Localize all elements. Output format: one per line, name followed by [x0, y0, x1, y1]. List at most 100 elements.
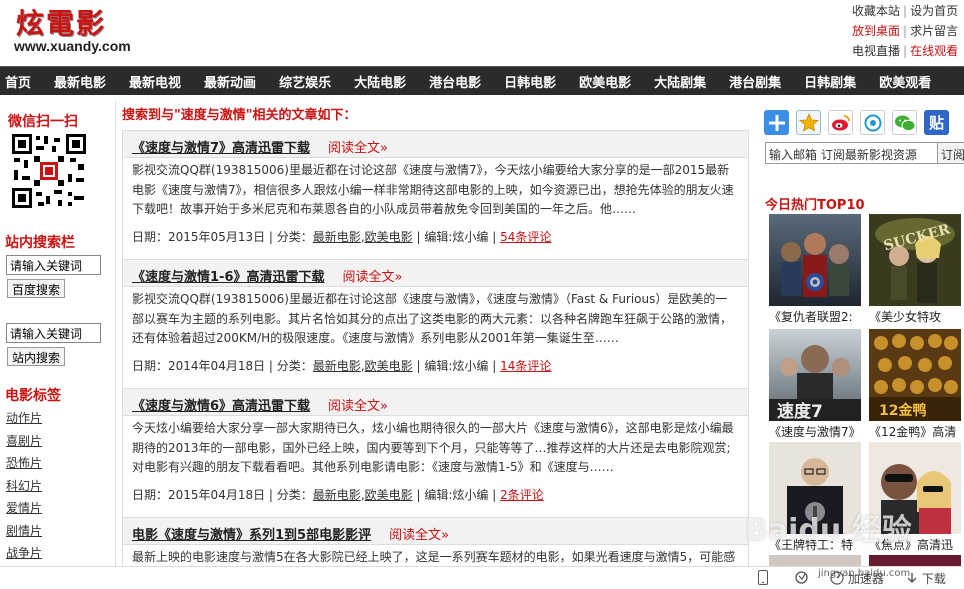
- category-link[interactable]: 欧美电影: [365, 359, 413, 373]
- poster-caption[interactable]: 《速度与激情7》: [769, 423, 861, 440]
- article-card: 《速度与激情7》高清迅雷下载 阅读全文» 影视交流QQ群(193815006)里最近…: [122, 130, 749, 270]
- tencent-weibo-share-icon[interactable]: [860, 110, 885, 135]
- star-share-icon[interactable]: [796, 110, 821, 135]
- set-home-link[interactable]: 设为首页: [910, 4, 958, 18]
- article-title-link[interactable]: 《速度与激情6》高清迅雷下载: [132, 399, 310, 414]
- category-label: 分类：: [276, 487, 313, 502]
- site-logo[interactable]: 炫電影 www.xuandy.com: [14, 2, 144, 62]
- svg-text:12金鸭: 12金鸭: [879, 402, 926, 419]
- category-link[interactable]: 欧美电影: [365, 488, 413, 502]
- online-watch-link[interactable]: 在线观看: [910, 44, 958, 58]
- baidu-search-button[interactable]: 百度搜索: [7, 279, 66, 298]
- article-excerpt: 影视交流QQ群(193815006)里最近都在讨论这部《速度与激情》，《速度与激…: [132, 292, 733, 345]
- category-link[interactable]: 最新电影: [313, 359, 361, 373]
- editor-label: 编辑:: [424, 229, 453, 244]
- baidu-search-input[interactable]: [6, 255, 101, 275]
- download-button[interactable]: 下载: [906, 570, 946, 587]
- movie-tag-link[interactable]: 战争片: [6, 542, 42, 565]
- top-links: 收藏本站 | 设为首页 放到桌面 | 求片留言 电视直播 | 在线观看: [852, 4, 959, 58]
- poster-12-golden-ducks[interactable]: 12金鸭: [869, 329, 961, 421]
- tv-live-link[interactable]: 电视直播: [852, 44, 900, 58]
- site-search-button[interactable]: 站内搜索: [7, 347, 66, 366]
- nav-item[interactable]: 综艺娱乐: [279, 72, 331, 91]
- article-meta: 日期：2015年05月13日 | 分类：最新电影,欧美电影 | 编辑:炫小编 |…: [132, 229, 552, 244]
- hot-top10-title: 今日热门TOP10: [765, 198, 865, 213]
- nav-item[interactable]: 最新电影: [54, 72, 106, 91]
- nav-item[interactable]: 欧美观看: [879, 72, 931, 91]
- poster-caption[interactable]: 《美少女特攻: [869, 308, 941, 325]
- movie-tag-link[interactable]: 恐怖片: [6, 452, 42, 475]
- article-card: 《速度与激情6》高清迅雷下载 阅读全文» 今天炫小编要给大家分享一部大家期待已久，炫…: [122, 388, 749, 528]
- request-link[interactable]: 求片留言: [910, 24, 958, 38]
- nav-item[interactable]: 欧美电影: [579, 72, 631, 91]
- results-heading: 搜索到与"速度与激情"相关的文章如下：: [122, 108, 357, 123]
- svg-text:速度7: 速度7: [777, 401, 823, 421]
- subscribe-button[interactable]: 订阅: [938, 143, 964, 163]
- movie-tag-link[interactable]: 喜剧片: [6, 430, 42, 453]
- site-search-title: 站内搜索栏: [5, 235, 75, 251]
- refresh-icon[interactable]: [794, 570, 809, 588]
- nav-item[interactable]: 首页: [5, 72, 31, 91]
- wechat-qr-code: [12, 134, 86, 208]
- category-link[interactable]: 最新电影: [313, 230, 361, 244]
- site-header: 炫電影 www.xuandy.com 收藏本站 | 设为首页 放到桌面 | 求片留言 电…: [0, 0, 964, 66]
- article-card: 电影《速度与激情》系列1到5部电影影评 阅读全文» 最新上映的电影速度与激情5在各大…: [122, 517, 749, 570]
- read-more-link[interactable]: 阅读全文»: [389, 528, 449, 543]
- logo-url: www.xuandy.com: [14, 38, 131, 54]
- movie-tag-link[interactable]: 科幻片: [6, 475, 42, 498]
- poster-caption[interactable]: 《复仇者联盟2:: [769, 308, 853, 325]
- nav-item[interactable]: 日韩剧集: [804, 72, 856, 91]
- poster-focus[interactable]: [869, 442, 961, 534]
- category-link[interactable]: 欧美电影: [365, 230, 413, 244]
- read-more-link[interactable]: 阅读全文»: [328, 399, 388, 414]
- plus-share-icon[interactable]: [764, 110, 789, 135]
- category-label: 分类：: [276, 229, 313, 244]
- right-sidebar: 贴 输入邮箱 订阅最新影视资源 订阅 今日热门TOP10 《复仇者联盟2: SU…: [760, 100, 964, 570]
- comments-link[interactable]: 14条评论: [500, 359, 551, 373]
- nav-item[interactable]: 日韩电影: [504, 72, 556, 91]
- movie-tag-link[interactable]: 剧情片: [6, 520, 42, 543]
- comments-link[interactable]: 2条评论: [500, 488, 544, 502]
- logo-text: 炫電影: [16, 7, 107, 40]
- site-search-input[interactable]: [6, 323, 101, 343]
- subscribe-email-input[interactable]: 输入邮箱 订阅最新影视资源: [766, 143, 938, 163]
- article-title-link[interactable]: 电影《速度与激情》系列1到5部电影影评: [132, 528, 371, 543]
- browser-bottom-bar: jingyan.baidu.com 加速器 下载: [0, 566, 964, 589]
- poster-avengers[interactable]: [769, 214, 861, 306]
- editor-label: 编辑:: [424, 358, 453, 373]
- article-title-bar: 电影《速度与激情》系列1到5部电影影评 阅读全文»: [123, 518, 748, 545]
- poster-furious-7[interactable]: 速度7: [769, 329, 861, 421]
- article-title-link[interactable]: 《速度与激情7》高清迅雷下载: [132, 141, 310, 156]
- nav-item[interactable]: 港台剧集: [729, 72, 781, 91]
- poster-kingsman[interactable]: [769, 442, 861, 534]
- article-title-link[interactable]: 《速度与激情1-6》高清迅雷下载: [132, 270, 325, 285]
- poster-sucker-punch[interactable]: SUCKER: [869, 214, 961, 306]
- comments-link[interactable]: 54条评论: [500, 230, 551, 244]
- wechat-share-icon[interactable]: [892, 110, 917, 135]
- article-title-bar: 《速度与激情7》高清迅雷下载 阅读全文»: [123, 131, 748, 158]
- left-sidebar: 微信扫一扫 站内搜索栏 百度搜索 站内搜索 电影标签 动作片喜剧片: [0, 100, 116, 583]
- nav-item[interactable]: 大陆剧集: [654, 72, 706, 91]
- nav-item[interactable]: 最新电视: [129, 72, 181, 91]
- accelerator-button[interactable]: 加速器: [830, 570, 884, 587]
- weibo-share-icon[interactable]: [828, 110, 853, 135]
- bookmark-link[interactable]: 收藏本站: [852, 4, 900, 18]
- nav-item[interactable]: 港台电影: [429, 72, 481, 91]
- share-icons: 贴: [764, 110, 956, 135]
- subscribe-box: 输入邮箱 订阅最新影视资源 订阅: [765, 142, 964, 164]
- date-label: 日期：: [132, 358, 169, 373]
- editor-label: 编辑:: [424, 487, 453, 502]
- mobile-icon[interactable]: [758, 570, 768, 588]
- poster-caption[interactable]: 《12金鸭》高清: [869, 423, 956, 440]
- category-link[interactable]: 最新电影: [313, 488, 361, 502]
- poster-caption[interactable]: 《王牌特工：特: [769, 536, 853, 553]
- movie-tag-link[interactable]: 动作片: [6, 407, 42, 430]
- nav-item[interactable]: 大陆电影: [354, 72, 406, 91]
- to-desktop-link[interactable]: 放到桌面: [852, 24, 900, 38]
- poster-caption[interactable]: 《焦点》高清迅: [869, 536, 953, 553]
- read-more-link[interactable]: 阅读全文»: [328, 141, 388, 156]
- read-more-link[interactable]: 阅读全文»: [343, 270, 403, 285]
- nav-item[interactable]: 最新动画: [204, 72, 256, 91]
- tieba-share-icon[interactable]: 贴: [924, 110, 949, 135]
- movie-tag-link[interactable]: 爱情片: [6, 497, 42, 520]
